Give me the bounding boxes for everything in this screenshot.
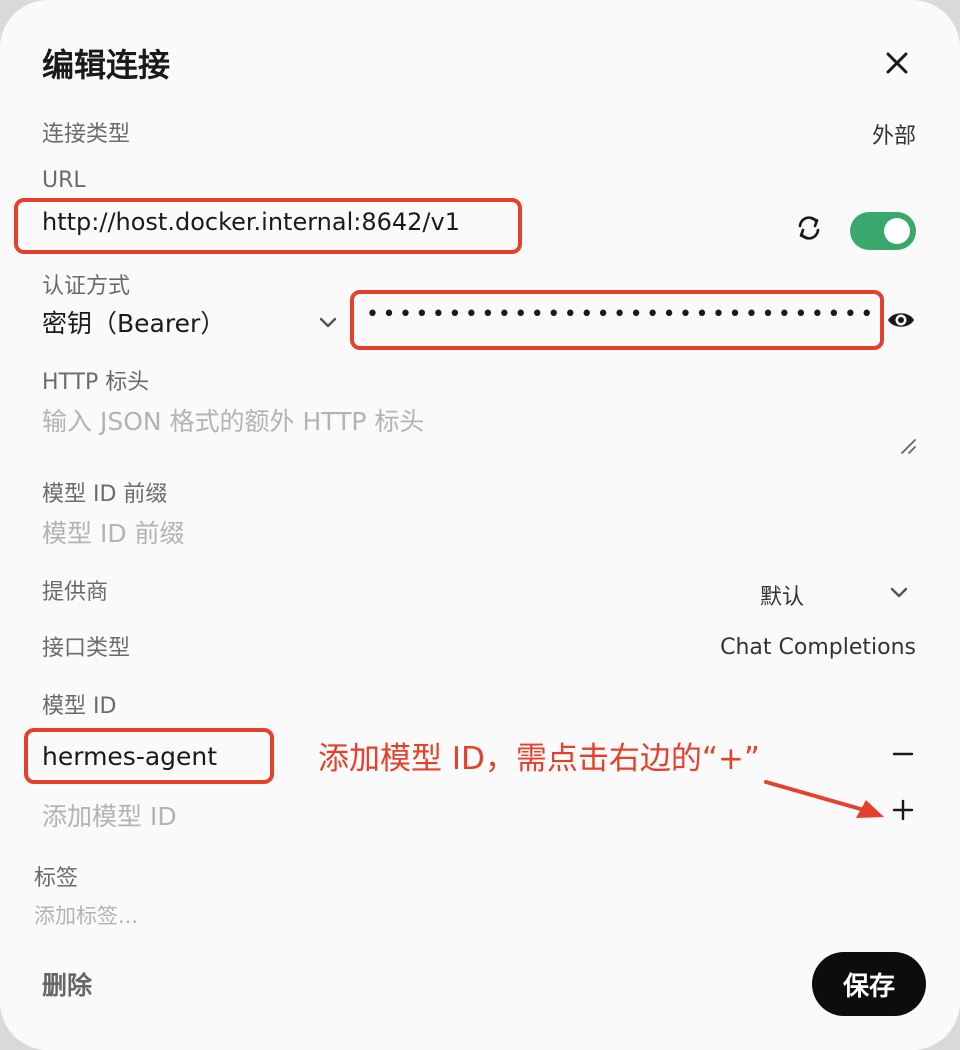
eye-icon	[888, 313, 914, 327]
connection-type-value[interactable]: 外部	[872, 118, 916, 150]
auth-type-select[interactable]: 密钥（Bearer）	[42, 304, 225, 340]
close-button[interactable]	[880, 46, 914, 80]
provider-select-chevron[interactable]	[887, 580, 911, 608]
tags-input[interactable]: 添加标签...	[34, 900, 138, 930]
refresh-button[interactable]	[794, 213, 824, 243]
save-button[interactable]: 保存	[812, 952, 926, 1016]
model-prefix-label: 模型 ID 前缀	[42, 482, 168, 507]
provider-select[interactable]: 默认	[760, 579, 804, 611]
add-model-id-input[interactable]: 添加模型 ID	[42, 797, 177, 833]
edit-connection-dialog: 编辑连接 连接类型 外部 URL http://host.docker.inte…	[0, 0, 960, 1050]
textarea-resize-handle[interactable]	[898, 436, 918, 456]
minus-icon	[892, 752, 914, 756]
connection-type-label: 连接类型	[42, 122, 131, 147]
dialog-title: 编辑连接	[42, 46, 171, 84]
annotation-arrow	[764, 780, 884, 818]
annotation-text: 添加模型 ID，需点击右边的“+”	[318, 741, 760, 777]
show-key-button[interactable]	[886, 306, 916, 334]
resize-grip-icon	[901, 439, 916, 454]
api-type-value[interactable]: Chat Completions	[720, 635, 916, 660]
auth-select-chevron[interactable]	[316, 310, 340, 338]
model-prefix-input[interactable]: 模型 ID 前缀	[42, 514, 185, 550]
connection-enabled-toggle[interactable]	[850, 212, 916, 250]
tags-label: 标签	[34, 866, 79, 891]
add-model-button[interactable]	[889, 796, 917, 824]
provider-label: 提供商	[42, 580, 109, 605]
url-highlight-box	[14, 198, 522, 254]
close-icon	[886, 52, 908, 74]
auth-label: 认证方式	[42, 274, 131, 299]
delete-button[interactable]: 删除	[42, 966, 92, 1002]
model-id-highlight-box	[24, 728, 274, 784]
toggle-knob	[884, 218, 910, 244]
api-type-label: 接口类型	[42, 636, 131, 661]
model-id-label: 模型 ID	[42, 694, 117, 719]
api-key-highlight-box	[350, 290, 884, 350]
chevron-down-icon	[319, 317, 337, 328]
url-label: URL	[42, 168, 86, 193]
http-headers-textarea[interactable]: 输入 JSON 格式的额外 HTTP 标头	[42, 402, 424, 438]
refresh-icon	[798, 216, 820, 240]
chevron-down-icon	[890, 587, 908, 598]
plus-icon	[892, 799, 914, 821]
remove-model-button[interactable]	[889, 740, 917, 768]
http-headers-label: HTTP 标头	[42, 370, 150, 395]
